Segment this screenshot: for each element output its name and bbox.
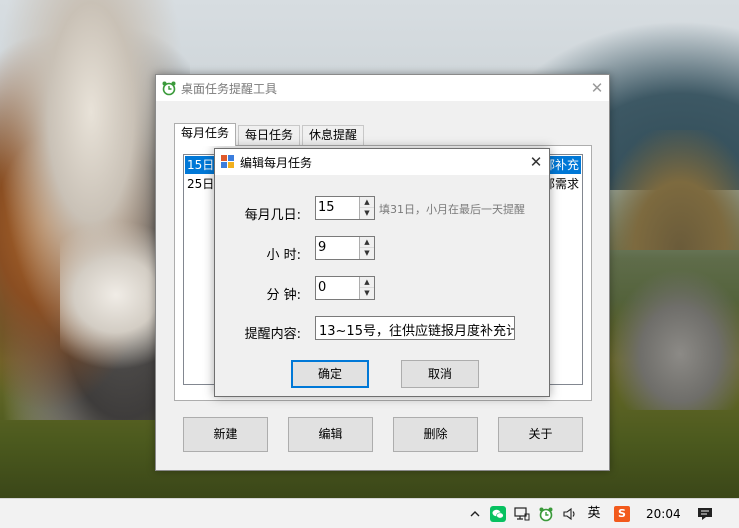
edit-button[interactable]: 编辑 [288, 417, 373, 452]
new-button[interactable]: 新建 [183, 417, 268, 452]
hour-label: 小 时: [266, 248, 301, 263]
main-close-button[interactable]: ✕ [584, 75, 610, 101]
taskbar-clock[interactable]: 20:04 [646, 499, 681, 528]
minute-decrement-button[interactable]: ▼ [360, 288, 374, 299]
sogou-icon-glyph: S [614, 505, 630, 522]
dialog-titlebar[interactable]: 编辑每月任务 ✕ [215, 149, 549, 175]
minute-label: 分 钟: [266, 288, 301, 303]
content-label: 提醒内容: [244, 327, 301, 342]
tab-daily[interactable]: 每日任务 [238, 125, 300, 145]
minute-stepper[interactable]: 0 ▲ ▼ [315, 276, 375, 300]
network-icon[interactable] [511, 499, 533, 528]
day-value: 15 [318, 200, 335, 215]
main-window-title: 桌面任务提醒工具 [181, 82, 278, 96]
hour-spin: ▲ ▼ [359, 237, 374, 259]
day-decrement-button[interactable]: ▼ [360, 208, 374, 219]
content-input[interactable]: 13~15号，往供应链报月度补充计 [315, 316, 515, 340]
content-value: 13~15号，往供应链报月度补充计 [319, 324, 515, 339]
main-titlebar[interactable]: 桌面任务提醒工具 ✕ [156, 75, 609, 101]
sogou-icon[interactable]: S [611, 499, 633, 528]
delete-button[interactable]: 删除 [393, 417, 478, 452]
wallpaper-hill [600, 130, 739, 250]
dialog-close-button[interactable]: ✕ [523, 149, 549, 175]
alarm-clock-icon [162, 81, 176, 96]
wechat-icon[interactable] [487, 499, 509, 528]
task-reminder-icon[interactable] [535, 499, 557, 528]
hour-stepper[interactable]: 9 ▲ ▼ [315, 236, 375, 260]
day-label: 每月几日: [244, 208, 301, 223]
cancel-button[interactable]: 取消 [401, 360, 479, 388]
minute-increment-button[interactable]: ▲ [360, 277, 374, 288]
day-increment-button[interactable]: ▲ [360, 197, 374, 208]
tab-rest-reminder[interactable]: 休息提醒 [302, 125, 364, 145]
day-stepper[interactable]: 15 ▲ ▼ [315, 196, 375, 220]
ime-icon[interactable]: 英 [583, 499, 605, 528]
dialog-title: 编辑每月任务 [240, 156, 313, 170]
edit-monthly-task-dialog: 编辑每月任务 ✕ 每月几日: 15 ▲ ▼ 填31日，小月在最后一天提醒 小 时… [214, 148, 550, 397]
minute-value: 0 [318, 280, 327, 295]
chevron-up-icon[interactable] [464, 499, 486, 528]
taskbar: 英 S 20:04 [0, 498, 739, 528]
volume-icon[interactable] [559, 499, 581, 528]
about-button[interactable]: 关于 [498, 417, 583, 452]
hour-increment-button[interactable]: ▲ [360, 237, 374, 248]
tab-monthly[interactable]: 每月任务 [174, 123, 236, 146]
list-item-day: 25日 [187, 177, 215, 191]
day-hint: 填31日，小月在最后一天提醒 [379, 203, 525, 216]
notification-icon[interactable] [694, 499, 716, 528]
minute-spin: ▲ ▼ [359, 277, 374, 299]
app-window-icon [221, 155, 234, 168]
hour-decrement-button[interactable]: ▼ [360, 248, 374, 259]
ok-button[interactable]: 确定 [291, 360, 369, 388]
wallpaper-rocks [610, 270, 739, 410]
day-spin: ▲ ▼ [359, 197, 374, 219]
hour-value: 9 [318, 240, 327, 255]
list-item-day: 15日 [187, 158, 215, 172]
